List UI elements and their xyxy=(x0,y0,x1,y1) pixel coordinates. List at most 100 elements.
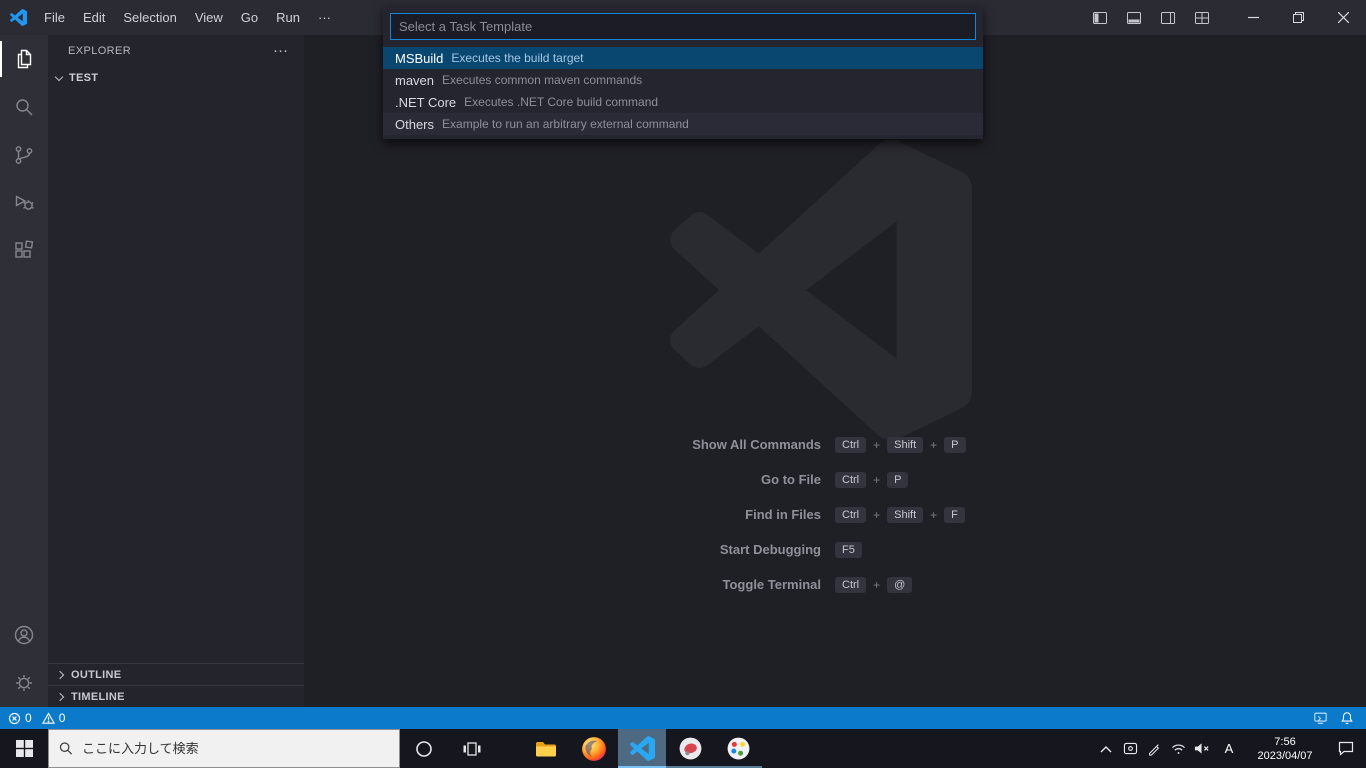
quickpick-list: MSBuild Executes the build target maven Exe… xyxy=(383,47,983,135)
menu-selection[interactable]: Selection xyxy=(114,0,185,35)
keybinding-key: P xyxy=(887,471,909,488)
taskbar-separator xyxy=(496,729,522,768)
file-explorer-icon xyxy=(536,741,556,756)
start-button[interactable] xyxy=(0,729,48,768)
file-explorer-button[interactable] xyxy=(522,729,570,768)
firefox-button[interactable] xyxy=(570,729,618,768)
quickpick-widget: MSBuild Executes the build target maven Exe… xyxy=(383,6,983,139)
windows-taskbar: A 7:56 2023/04/07 xyxy=(0,729,1366,768)
quickpick-item-0[interactable]: MSBuild Executes the build target xyxy=(383,47,983,69)
shortcut-keys: Ctrl + @ xyxy=(835,576,1175,593)
quickpick-item-label: Others xyxy=(395,116,435,132)
quickpick-input[interactable] xyxy=(390,13,976,40)
toggle-primary-sidebar-icon[interactable] xyxy=(1087,5,1113,31)
problems-status[interactable]: 0 0 xyxy=(0,711,71,725)
warning-count: 0 xyxy=(58,711,66,725)
notifications-bell-icon[interactable] xyxy=(1340,711,1354,725)
sidebar-empty-space xyxy=(48,89,304,663)
toggle-secondary-sidebar-icon[interactable] xyxy=(1155,5,1181,31)
vscode-watermark-logo xyxy=(670,139,972,441)
activity-explorer[interactable] xyxy=(0,35,48,83)
taskbar-app-button-2[interactable] xyxy=(714,729,762,768)
quickpick-item-description: Executes common maven commands xyxy=(442,73,643,87)
quickpick-item-2[interactable]: .NET Core Executes .NET Core build comman… xyxy=(383,91,983,113)
shortcut-row: Go to File Ctrl + P xyxy=(304,469,1366,490)
minimize-button[interactable] xyxy=(1231,0,1276,35)
activity-run-debug[interactable] xyxy=(0,179,48,227)
error-count: 0 xyxy=(25,711,32,725)
taskbar-clock[interactable]: 7:56 2023/04/07 xyxy=(1244,729,1326,768)
task-view-button[interactable] xyxy=(448,729,496,768)
clock-time: 7:56 xyxy=(1274,735,1296,748)
timeline-section-header[interactable]: TIMELINE xyxy=(48,685,304,707)
outline-section-header[interactable]: OUTLINE xyxy=(48,663,304,685)
action-center-button[interactable] xyxy=(1326,729,1366,768)
menu-file[interactable]: File xyxy=(35,0,74,35)
sidebar-header: EXPLORER ··· xyxy=(48,35,304,67)
key-separator: + xyxy=(930,507,938,522)
menu-run[interactable]: Run xyxy=(267,0,309,35)
menu-edit[interactable]: Edit xyxy=(74,0,114,35)
customize-layout-icon[interactable] xyxy=(1189,5,1215,31)
taskbar-search-box[interactable] xyxy=(48,729,400,768)
tray-tablet-icon[interactable] xyxy=(1118,729,1142,768)
close-button[interactable] xyxy=(1321,0,1366,35)
remote-indicator-icon[interactable] xyxy=(1313,711,1328,725)
vscode-taskbar-button[interactable] xyxy=(618,729,666,768)
folder-name: TEST xyxy=(69,72,99,84)
sidebar-title: EXPLORER xyxy=(68,45,132,57)
menu-more[interactable]: ··· xyxy=(309,0,340,35)
keybinding-key: @ xyxy=(887,576,913,593)
activity-source-control[interactable] xyxy=(0,131,48,179)
restore-button[interactable] xyxy=(1276,0,1321,35)
timeline-section-label: TIMELINE xyxy=(71,690,125,703)
shortcut-label: Show All Commands xyxy=(692,437,821,452)
activity-accounts[interactable] xyxy=(0,611,48,659)
activity-search[interactable] xyxy=(0,83,48,131)
activity-bar xyxy=(0,35,48,707)
keybinding-key: Ctrl xyxy=(835,471,867,488)
cortana-button[interactable] xyxy=(400,729,448,768)
menu-go[interactable]: Go xyxy=(232,0,267,35)
toggle-panel-icon[interactable] xyxy=(1121,5,1147,31)
activity-settings[interactable] xyxy=(0,659,48,707)
taskbar-app-button-1[interactable] xyxy=(666,729,714,768)
keybinding-key: P xyxy=(944,436,966,453)
gear-icon xyxy=(16,675,32,691)
tray-pen-icon[interactable] xyxy=(1142,729,1166,768)
explorer-sidebar: EXPLORER ··· TEST OUTLINE TIMELINE xyxy=(48,35,304,707)
key-separator: + xyxy=(873,577,881,592)
keybinding-key: Shift xyxy=(887,506,924,523)
shortcut-label: Go to File xyxy=(761,472,821,487)
shortcut-keys: Ctrl + Shift + F xyxy=(835,506,1175,523)
warning-icon xyxy=(41,711,55,725)
quickpick-item-description: Executes the build target xyxy=(451,51,584,65)
quickpick-item-label: maven xyxy=(395,72,435,88)
shortcut-keys: F5 xyxy=(835,541,1175,558)
keybinding-key: Ctrl xyxy=(835,506,867,523)
ime-mode-indicator[interactable]: A xyxy=(1214,729,1244,768)
source-control-icon xyxy=(15,146,33,164)
tray-volume-muted-icon[interactable] xyxy=(1190,729,1214,768)
sidebar-more-actions-icon[interactable]: ··· xyxy=(273,43,288,58)
status-bar: 0 0 xyxy=(0,707,1366,729)
quickpick-item-3[interactable]: Others Example to run an arbitrary extern… xyxy=(383,113,983,135)
firefox-icon xyxy=(582,736,606,761)
tray-network-icon[interactable] xyxy=(1166,729,1190,768)
quickpick-item-description: Example to run an arbitrary external com… xyxy=(442,117,689,131)
key-separator: + xyxy=(873,472,881,487)
vscode-logo-icon xyxy=(10,9,27,26)
tray-chevron-up-icon[interactable] xyxy=(1094,729,1118,768)
menu-view[interactable]: View xyxy=(186,0,232,35)
taskbar-search-input[interactable] xyxy=(81,741,389,756)
key-separator: + xyxy=(930,437,938,452)
quickpick-item-1[interactable]: maven Executes common maven commands xyxy=(383,69,983,91)
folder-tree-item[interactable]: TEST xyxy=(48,67,304,89)
shortcut-label: Find in Files xyxy=(745,507,821,522)
shortcut-keys: Ctrl + P xyxy=(835,471,1175,488)
shortcut-row: Start Debugging F5 xyxy=(304,539,1366,560)
keybinding-key: Ctrl xyxy=(835,436,867,453)
activity-extensions[interactable] xyxy=(0,227,48,275)
outline-section-label: OUTLINE xyxy=(71,668,122,681)
quickpick-item-label: MSBuild xyxy=(395,50,444,66)
